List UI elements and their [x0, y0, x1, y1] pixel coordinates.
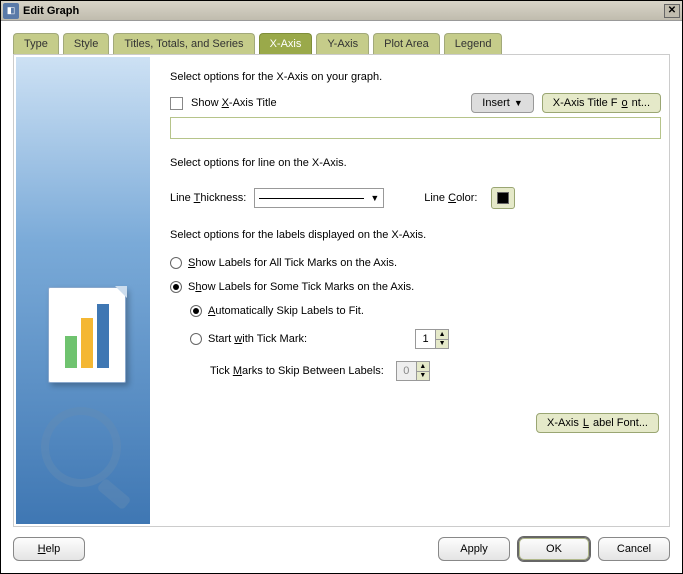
app-icon: ◧ [3, 3, 19, 19]
show-xaxis-title-checkbox[interactable] [170, 97, 183, 110]
labels-some-label: Show Labels for Some Tick Marks on the A… [188, 281, 414, 293]
xaxis-options: Select options for the X-Axis on your gr… [156, 57, 667, 524]
tab-style[interactable]: Style [63, 33, 109, 54]
tab-plot-area[interactable]: Plot Area [373, 33, 440, 54]
ok-button[interactable]: OK [518, 537, 590, 561]
line-thickness-label: Line Thickness: [170, 192, 246, 204]
line-thickness-select[interactable]: ▼ [254, 188, 384, 208]
labels-intro: Select options for the labels displayed … [170, 229, 661, 241]
wizard-chart-icon [48, 287, 126, 383]
content: Type Style Titles, Totals, and Series X-… [1, 21, 682, 527]
tab-titles[interactable]: Titles, Totals, and Series [113, 33, 254, 54]
tab-legend[interactable]: Legend [444, 33, 503, 54]
tab-xaxis[interactable]: X-Axis [259, 33, 313, 54]
start-tick-radio[interactable] [190, 333, 202, 345]
window-title: Edit Graph [23, 5, 664, 17]
wizard-graphic [16, 57, 150, 524]
magnifier-icon [41, 407, 121, 487]
help-button[interactable]: Help [13, 537, 85, 561]
apply-button[interactable]: Apply [438, 537, 510, 561]
xaxis-intro: Select options for the X-Axis on your gr… [170, 71, 661, 83]
spinner-down-icon[interactable]: ▼ [417, 372, 429, 381]
spinner-down-icon[interactable]: ▼ [436, 340, 448, 349]
show-xaxis-title-label: Show X-Axis Title [191, 97, 277, 109]
xaxis-label-font-button[interactable]: X-Axis Label Font... [536, 413, 659, 433]
chevron-down-icon: ▼ [370, 193, 379, 203]
xaxis-title-input[interactable] [170, 117, 661, 139]
skip-between-label: Tick Marks to Skip Between Labels: [210, 365, 384, 377]
spinner-up-icon[interactable]: ▲ [417, 362, 429, 372]
tab-yaxis[interactable]: Y-Axis [316, 33, 369, 54]
titlebar: ◧ Edit Graph ✕ [1, 1, 682, 21]
skip-between-value: 0 [397, 362, 417, 380]
insert-button[interactable]: Insert ▼ [471, 93, 533, 113]
chevron-down-icon: ▼ [514, 98, 523, 108]
start-tick-spinner[interactable]: 1 ▲▼ [415, 329, 449, 349]
tab-type[interactable]: Type [13, 33, 59, 54]
labels-some-radio[interactable] [170, 281, 182, 293]
start-tick-value: 1 [416, 330, 436, 348]
start-tick-label: Start with Tick Mark: [208, 333, 307, 345]
line-color-button[interactable] [491, 187, 515, 209]
line-intro: Select options for line on the X-Axis. [170, 157, 661, 169]
auto-skip-label: Automatically Skip Labels to Fit. [208, 305, 364, 317]
spinner-up-icon[interactable]: ▲ [436, 330, 448, 340]
skip-between-spinner[interactable]: 0 ▲▼ [396, 361, 430, 381]
tab-bar: Type Style Titles, Totals, and Series X-… [13, 33, 670, 54]
xaxis-title-font-button[interactable]: X-Axis Title Font... [542, 93, 661, 113]
labels-all-radio[interactable] [170, 257, 182, 269]
cancel-button[interactable]: Cancel [598, 537, 670, 561]
labels-all-label: Show Labels for All Tick Marks on the Ax… [188, 257, 397, 269]
auto-skip-radio[interactable] [190, 305, 202, 317]
close-button[interactable]: ✕ [664, 4, 680, 18]
tab-panel: Select options for the X-Axis on your gr… [13, 54, 670, 527]
edit-graph-window: ◧ Edit Graph ✕ Type Style Titles, Totals… [0, 0, 683, 574]
color-swatch-icon [497, 192, 509, 204]
line-color-label: Line Color: [424, 192, 477, 204]
dialog-footer: Help Apply OK Cancel [1, 527, 682, 573]
